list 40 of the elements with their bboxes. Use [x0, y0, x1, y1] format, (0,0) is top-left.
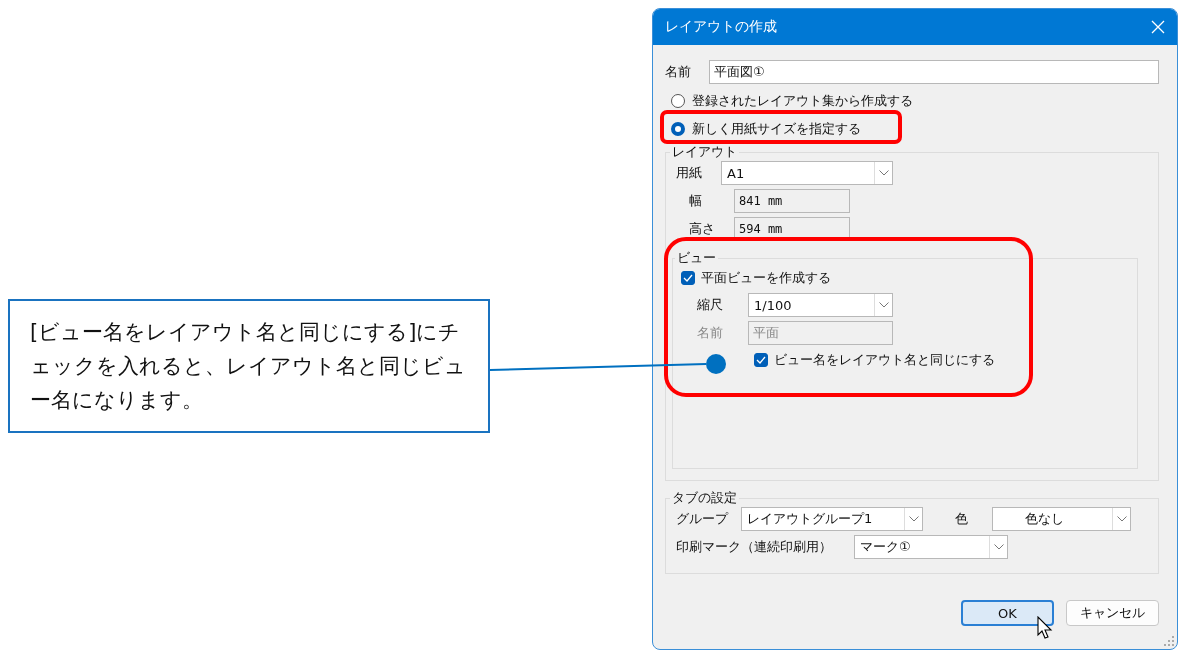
field-label: 印刷マーク（連続印刷用）	[676, 538, 833, 556]
chevron-down-icon	[1116, 516, 1127, 522]
resize-grip-icon[interactable]	[1164, 636, 1174, 646]
field-label: 用紙	[676, 164, 703, 182]
radio-label[interactable]: 新しく用紙サイズを指定する	[692, 120, 861, 138]
radio-button[interactable]	[671, 122, 685, 136]
width-field[interactable]: 841 mm	[734, 189, 850, 213]
name-input[interactable]: 平面図①	[709, 60, 1159, 84]
field-label: 名前	[665, 63, 692, 81]
group-title: ビュー	[676, 251, 717, 265]
field-label: 高さ	[688, 220, 716, 238]
dropdown[interactable]: 1/100	[748, 293, 893, 317]
dropdown[interactable]: マーク①	[854, 535, 1008, 559]
field-label: グループ	[676, 510, 730, 528]
group-title: レイアウト	[671, 145, 738, 159]
chevron-down-icon	[878, 170, 889, 176]
dropdown[interactable]: A1	[721, 161, 893, 185]
checkbox-label[interactable]: 平面ビューを作成する	[701, 269, 831, 287]
field-label: 色	[954, 510, 969, 528]
checkbox[interactable]	[681, 271, 695, 285]
dropdown[interactable]: 色なし	[992, 507, 1131, 531]
radio-button[interactable]	[671, 94, 685, 108]
window-title: レイアウトの作成	[665, 18, 777, 36]
group-title: タブの設定	[671, 491, 738, 505]
dialog-button[interactable]: OK	[961, 600, 1054, 626]
radio-label[interactable]: 登録されたレイアウト集から作成する	[692, 92, 913, 110]
field-label: 幅	[688, 192, 703, 210]
callout-text: [ビュー名をレイアウト名と同じにする]にチェックを入れると、レイアウト名と同じビュー名になります。	[30, 319, 467, 414]
close-icon[interactable]	[1151, 20, 1165, 34]
field-label: 縮尺	[696, 296, 724, 314]
chevron-down-icon	[908, 516, 919, 522]
mouse-pointer-icon	[1037, 616, 1053, 640]
dialog-button[interactable]: キャンセル	[1066, 600, 1159, 626]
checkbox[interactable]	[754, 353, 768, 367]
leader-dot	[706, 354, 726, 374]
field-label: 名前	[696, 324, 724, 342]
checkbox-label[interactable]: ビュー名をレイアウト名と同じにする	[774, 351, 995, 369]
dropdown[interactable]: レイアウトグループ1	[741, 507, 923, 531]
chevron-down-icon	[993, 544, 1004, 550]
chevron-down-icon	[878, 302, 889, 308]
